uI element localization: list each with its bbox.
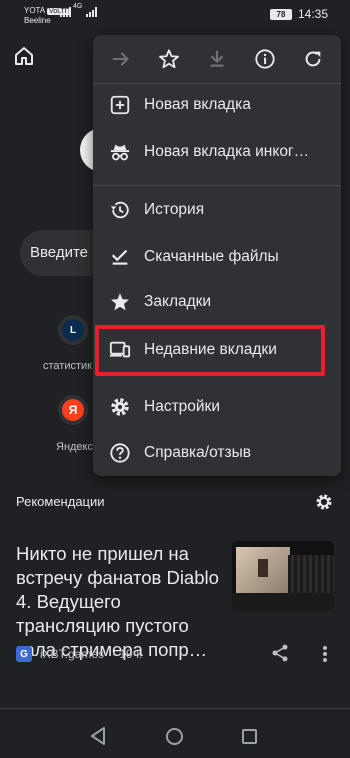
clock: 14:35 <box>297 7 328 21</box>
menu-item-history[interactable]: История <box>93 188 341 232</box>
menu-item-recent-tabs[interactable]: Недавние вкладки <box>93 328 341 372</box>
recommendations-title: Рекомендации <box>16 494 105 509</box>
menu-toolbar <box>93 35 341 83</box>
article-title[interactable]: Никто не пришел на встречу фанатов Diabl… <box>16 542 226 662</box>
menu-item-label: Настройки <box>144 398 221 415</box>
refresh-icon[interactable] <box>299 45 327 73</box>
menu-item-label: Новая вкладка инког… <box>144 143 310 160</box>
bookmark-star-icon[interactable] <box>155 45 183 73</box>
more-vert-icon[interactable] <box>318 644 332 664</box>
ixbt-games-logo: G <box>16 646 32 662</box>
gear-icon <box>109 396 131 418</box>
status-bar: YOTA VoLTE Beeline 4G 78 14:35 <box>0 0 350 30</box>
menu-item-new-tab[interactable]: Новая вкладка <box>93 83 341 127</box>
help-icon <box>109 442 131 464</box>
network-type: 4G <box>73 3 83 10</box>
menu-item-help[interactable]: Справка/отзыв <box>93 431 341 475</box>
star-icon <box>109 291 131 313</box>
divider <box>0 708 350 709</box>
download-icon[interactable] <box>203 45 231 73</box>
back-icon[interactable] <box>89 726 107 746</box>
article-source: G iXBT.games · 19ч. <box>16 646 142 662</box>
gear-icon[interactable] <box>314 492 334 512</box>
menu-item-label: Недавние вкладки <box>144 341 277 358</box>
signal-icon <box>60 7 71 17</box>
shortcut-logo: L <box>62 319 84 341</box>
menu-item-label: Справка/отзыв <box>144 444 251 461</box>
downloads-check-icon <box>109 246 131 268</box>
menu-item-incognito[interactable]: Новая вкладка инког… <box>93 130 341 174</box>
share-icon[interactable] <box>270 643 290 663</box>
yandex-logo: Я <box>62 399 84 421</box>
carrier-beeline: Beeline <box>24 16 51 25</box>
shortcut-tile-statistics[interactable]: L <box>58 315 88 345</box>
menu-item-label: Закладки <box>144 293 212 310</box>
menu-item-label: Новая вкладка <box>144 96 251 113</box>
incognito-icon <box>109 141 131 163</box>
article-thumbnail[interactable] <box>232 541 334 611</box>
recents-icon[interactable] <box>242 729 257 744</box>
source-name: iXBT.games <box>40 647 105 661</box>
article-time: · 19ч. <box>112 647 143 661</box>
plus-box-icon <box>109 94 131 116</box>
menu-item-label: Скачанные файлы <box>144 248 279 265</box>
history-icon <box>109 199 131 221</box>
info-icon[interactable] <box>251 45 279 73</box>
home-icon[interactable] <box>12 44 36 68</box>
forward-arrow-icon[interactable] <box>107 45 135 73</box>
menu-item-bookmarks[interactable]: Закладки <box>93 280 341 324</box>
shortcut-label: статистик <box>43 360 92 372</box>
devices-icon <box>109 339 131 361</box>
menu-item-downloads[interactable]: Скачанные файлы <box>93 235 341 279</box>
menu-item-label: История <box>144 201 205 218</box>
menu-separator <box>93 185 341 186</box>
system-nav-bar <box>0 714 350 758</box>
menu-item-settings[interactable]: Настройки <box>93 385 341 429</box>
shortcut-tile-yandex[interactable]: Я <box>58 395 88 425</box>
shortcut-label: Яндекс <box>56 441 93 453</box>
home-nav-icon[interactable] <box>166 728 183 745</box>
chrome-overflow-menu: Новая вкладка Новая вкладка инког… Истор… <box>93 35 341 476</box>
battery-icon: 78 <box>269 8 292 20</box>
signal-icon-2 <box>86 7 97 17</box>
